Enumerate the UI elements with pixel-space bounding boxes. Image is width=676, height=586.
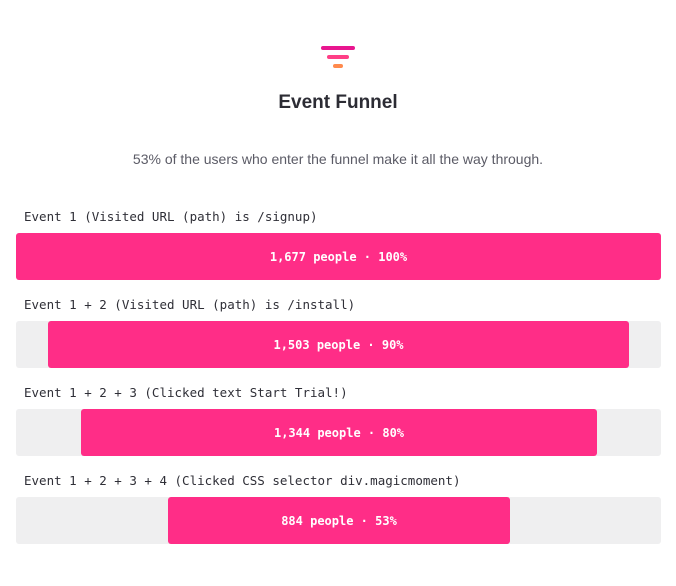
funnel-step-label: Event 1 + 2 + 3 + 4 (Clicked CSS selecto… (24, 473, 461, 488)
funnel-icon-bar-mid (327, 55, 349, 59)
funnel-bar-label: 884 people · 53% (281, 513, 397, 528)
funnel-track: 1,503 people · 90% (16, 321, 661, 368)
funnel-step-label: Event 1 + 2 + 3 (Clicked text Start Tria… (24, 385, 348, 400)
funnel-bar[interactable]: 1,344 people · 80% (81, 409, 597, 456)
funnel-bar-label: 1,344 people · 80% (273, 425, 405, 440)
funnel-bar-label: 1,503 people · 90% (273, 337, 404, 352)
funnel-step-2: Event 1 + 2 (Visited URL (path) is /inst… (16, 294, 661, 382)
funnel-icon-bar-bottom (333, 64, 343, 68)
funnel-step-3: Event 1 + 2 + 3 (Clicked text Start Tria… (16, 382, 661, 470)
funnel-step-label: Event 1 + 2 (Visited URL (path) is /inst… (24, 297, 356, 312)
funnel-bar-label: 1,677 people · 100% (269, 249, 408, 264)
funnel-step-label: Event 1 (Visited URL (path) is /signup) (24, 209, 318, 224)
funnel-icon (321, 46, 355, 68)
funnel-icon-bar-top (321, 46, 355, 50)
funnel-track: 1,344 people · 80% (16, 409, 661, 456)
funnel-bar[interactable]: 1,677 people · 100% (16, 233, 661, 280)
page-title: Event Funnel (278, 92, 398, 113)
funnel-summary: 53% of the users who enter the funnel ma… (132, 151, 544, 167)
funnel-icon-wrap (0, 44, 676, 70)
funnel-bar[interactable]: 1,503 people · 90% (48, 321, 629, 368)
funnel-track: 1,677 people · 100% (16, 233, 661, 280)
funnel-bar[interactable]: 884 people · 53% (168, 497, 510, 544)
funnel-step-4: Event 1 + 2 + 3 + 4 (Clicked CSS selecto… (16, 470, 661, 558)
funnel-step-1: Event 1 (Visited URL (path) is /signup) 1… (16, 206, 661, 294)
funnel-chart: Event 1 (Visited URL (path) is /signup) 1… (16, 206, 661, 558)
funnel-track: 884 people · 53% (16, 497, 661, 544)
